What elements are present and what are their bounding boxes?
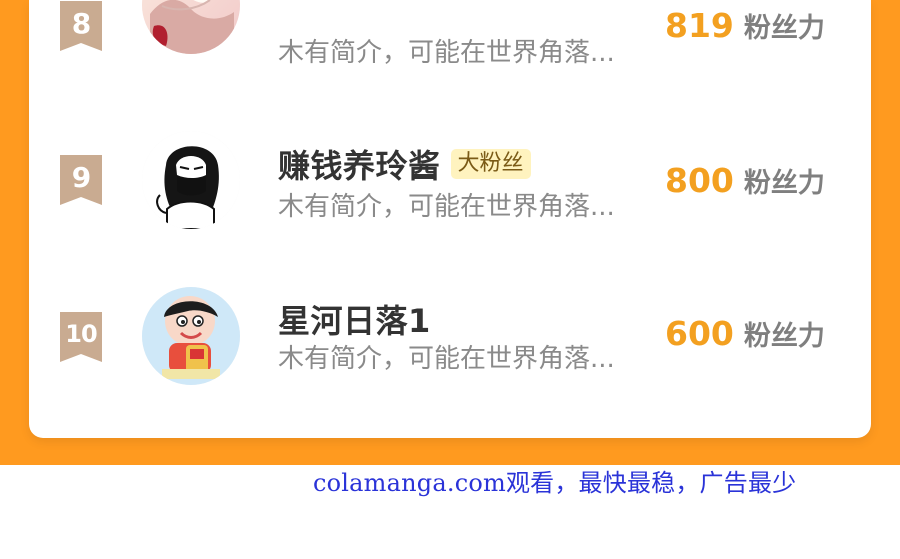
name-line: 赚钱养玲酱 大粉丝 xyxy=(278,141,531,187)
rank-badge: 9 xyxy=(60,155,102,205)
fan-power-score: 600 xyxy=(665,314,734,353)
avatar[interactable] xyxy=(142,0,240,54)
fan-power-score: 819 xyxy=(665,6,734,45)
score-group: 600 粉丝力 xyxy=(665,314,825,353)
avatar[interactable] xyxy=(142,287,240,385)
masked-girl-avatar-icon xyxy=(142,131,240,229)
leaderboard-row-8[interactable]: 8 赐堰 木有简介，可能在世界角落... xyxy=(29,0,871,76)
leaderboard-card: 8 赐堰 木有简介，可能在世界角落... xyxy=(29,0,871,438)
leaderboard-row-9[interactable]: 9 赚钱养玲酱 大粉丝 木有简介，可能在世界角落... 800 粉丝力 xyxy=(29,111,871,231)
user-intro: 木有简介，可能在世界角落... xyxy=(278,344,615,374)
user-intro: 木有简介，可能在世界角落... xyxy=(278,38,615,68)
anime-avatar-icon xyxy=(142,0,240,54)
avatar[interactable] xyxy=(142,131,240,229)
score-group: 819 粉丝力 xyxy=(665,6,825,45)
rank-badge: 10 xyxy=(60,312,102,362)
user-intro: 木有简介，可能在世界角落... xyxy=(278,192,615,222)
user-name[interactable]: 星河日落1 xyxy=(278,296,431,342)
fan-power-label: 粉丝力 xyxy=(743,13,825,44)
cartoon-boy-avatar-icon xyxy=(142,287,240,385)
fan-power-score: 800 xyxy=(665,161,734,200)
big-fan-badge: 大粉丝 xyxy=(450,148,531,180)
fan-power-label: 粉丝力 xyxy=(743,321,825,352)
fan-power-label: 粉丝力 xyxy=(743,168,825,199)
user-name[interactable]: 赚钱养玲酱 xyxy=(278,141,441,187)
leaderboard-row-10[interactable]: 10 星河日落1 木有简介，可能在世界角落... 600 粉丝力 xyxy=(29,264,871,385)
site-watermark: colamanga.com观看，最快最稳，广告最少 xyxy=(313,469,797,497)
rank-badge: 8 xyxy=(60,1,102,51)
name-line: 星河日落1 xyxy=(278,296,431,342)
score-group: 800 粉丝力 xyxy=(665,161,825,200)
